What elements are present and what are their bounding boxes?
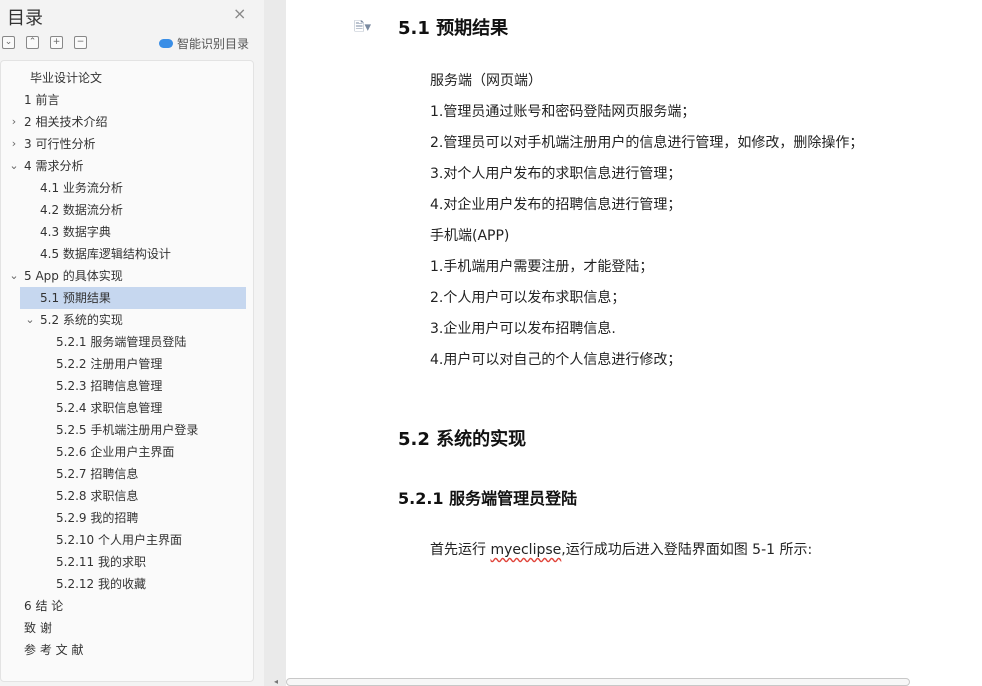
- body-line: 服务端（网页端）: [430, 73, 542, 89]
- toc-item[interactable]: 参 考 文 献: [0, 639, 254, 661]
- toc-item-label: 毕业设计论文: [30, 71, 103, 85]
- toc-item-label: 5.2 系统的实现: [40, 313, 123, 327]
- toc-item-label: 5.2.3 招聘信息管理: [56, 379, 163, 393]
- toc-item-label: 5.2.9 我的招聘: [56, 511, 139, 525]
- chevron-right-icon[interactable]: ›: [8, 111, 20, 133]
- toc-item[interactable]: 5.2.6 企业用户主界面: [0, 441, 254, 463]
- toc-item-label: 4.2 数据流分析: [40, 203, 123, 217]
- toc-item[interactable]: › 2 相关技术介绍: [0, 111, 254, 133]
- toc-item[interactable]: 5.2.9 我的招聘: [0, 507, 254, 529]
- toc-item-label: 3 可行性分析: [24, 137, 96, 151]
- toc-item[interactable]: 5.2.8 求职信息: [0, 485, 254, 507]
- smart-toc-label: 智能识别目录: [177, 37, 250, 51]
- intro-paragraph: 首先运行 myeclipse,运行成功后进入登陆界面如图 5-1 所示:: [430, 539, 812, 559]
- toc-item[interactable]: 4.1 业务流分析: [0, 177, 254, 199]
- toc-sidebar: 目录 × ⌄ ⌃ + − 智能识别目录 毕业设计论文 1 前言 › 2 相关技术介绍 ›…: [0, 0, 264, 686]
- document-area: 🗎▾ 5.1 预期结果 服务端（网页端） 1.管理员通过账号和密码登陆网页服务端；…: [264, 0, 982, 686]
- toc-item[interactable]: 5.2.1 服务端管理员登陆: [0, 331, 254, 353]
- toc-item[interactable]: › 3 可行性分析: [0, 133, 254, 155]
- expand-all-icon[interactable]: ⌃: [26, 36, 39, 49]
- toc-item[interactable]: 毕业设计论文: [0, 67, 254, 89]
- chevron-right-icon[interactable]: ›: [8, 133, 20, 155]
- intro-prefix: 首先运行: [430, 542, 491, 558]
- scroll-left-icon[interactable]: ◂: [274, 677, 278, 686]
- heading-5-2-1: 5.2.1 服务端管理员登陆: [398, 489, 578, 508]
- cloud-icon: [159, 39, 173, 48]
- toc-item-label: 参 考 文 献: [24, 643, 84, 657]
- toc-item-label: 5.2.4 求职信息管理: [56, 401, 163, 415]
- close-icon[interactable]: ×: [233, 6, 246, 22]
- toc-item[interactable]: 5.2.10 个人用户主界面: [0, 529, 254, 551]
- toc-item[interactable]: 5.2.2 注册用户管理: [0, 353, 254, 375]
- toc-item[interactable]: ⌄ 4 需求分析: [0, 155, 254, 177]
- horizontal-scrollbar[interactable]: [286, 678, 910, 686]
- document-menu-icon[interactable]: 🗎▾: [354, 18, 371, 40]
- collapse-all-icon[interactable]: ⌄: [2, 36, 15, 49]
- toc-item[interactable]: 5.2.3 招聘信息管理: [0, 375, 254, 397]
- toc-item[interactable]: 6 结 论: [0, 595, 254, 617]
- toc-item-label: 4.1 业务流分析: [40, 181, 123, 195]
- add-heading-icon[interactable]: +: [50, 36, 63, 49]
- toc-item-label: 5 App 的具体实现: [24, 269, 123, 283]
- body-line: 1.手机端用户需要注册，才能登陆；: [430, 259, 654, 275]
- body-line: 2.个人用户可以发布求职信息；: [430, 290, 626, 306]
- chevron-down-icon[interactable]: ⌄: [24, 309, 36, 331]
- toc-item-label: 5.2.7 招聘信息: [56, 467, 139, 481]
- toc-item[interactable]: ⌄ 5 App 的具体实现: [0, 265, 254, 287]
- toc-item[interactable]: 4.5 数据库逻辑结构设计: [0, 243, 254, 265]
- toc-item[interactable]: 4.2 数据流分析: [0, 199, 254, 221]
- body-line: 1.管理员通过账号和密码登陆网页服务端；: [430, 104, 696, 120]
- remove-heading-icon[interactable]: −: [74, 36, 87, 49]
- smart-toc-button[interactable]: 智能识别目录: [159, 35, 249, 52]
- toc-item[interactable]: 5.2.4 求职信息管理: [0, 397, 254, 419]
- toc-item[interactable]: 5.2.5 手机端注册用户登录: [0, 419, 254, 441]
- body-line: 4.对企业用户发布的招聘信息进行管理；: [430, 197, 682, 213]
- toc-item[interactable]: 5.2.7 招聘信息: [0, 463, 254, 485]
- chevron-down-icon[interactable]: ⌄: [8, 265, 20, 287]
- toc-item-label: 2 相关技术介绍: [24, 115, 108, 129]
- spellcheck-word[interactable]: myeclipse: [490, 542, 561, 558]
- toc-item-label: 4.5 数据库逻辑结构设计: [40, 247, 171, 261]
- body-line: 2.管理员可以对手机端注册用户的信息进行管理，如修改，删除操作；: [430, 135, 864, 151]
- toc-item-label: 5.1 预期结果: [40, 291, 111, 305]
- toc-item-label: 1 前言: [24, 93, 60, 107]
- chevron-down-icon[interactable]: ⌄: [8, 155, 20, 177]
- heading-5-2: 5.2 系统的实现: [398, 429, 527, 450]
- toc-item-label: 5.2.6 企业用户主界面: [56, 445, 175, 459]
- toc-list: 毕业设计论文 1 前言 › 2 相关技术介绍 › 3 可行性分析 ⌄ 4 需求分析 4.1 业务…: [0, 67, 254, 661]
- toc-item-label: 4 需求分析: [24, 159, 84, 173]
- toc-item-label: 5.2.11 我的求职: [56, 555, 146, 569]
- toc-item[interactable]: 5.2.12 我的收藏: [0, 573, 254, 595]
- toc-item[interactable]: 5.2.11 我的求职: [0, 551, 254, 573]
- toc-item-label: 致 谢: [24, 621, 52, 635]
- toc-item-label: 5.2.8 求职信息: [56, 489, 139, 503]
- toc-item-label: 5.2.1 服务端管理员登陆: [56, 335, 187, 349]
- body-line: 3.对个人用户发布的求职信息进行管理；: [430, 166, 682, 182]
- toc-item[interactable]: ⌄ 5.2 系统的实现: [0, 309, 254, 331]
- toc-item[interactable]: 4.3 数据字典: [0, 221, 254, 243]
- body-line: 手机端(APP): [430, 228, 510, 244]
- heading-5-1: 5.1 预期结果: [398, 18, 509, 39]
- body-line: 3.企业用户可以发布招聘信息.: [430, 321, 616, 337]
- toc-item[interactable]: 致 谢: [0, 617, 254, 639]
- toc-item-label: 4.3 数据字典: [40, 225, 111, 239]
- toc-item-label: 5.2.5 手机端注册用户登录: [56, 423, 199, 437]
- toc-item[interactable]: 5.1 预期结果: [20, 287, 246, 309]
- toc-item-label: 5.2.10 个人用户主界面: [56, 533, 182, 547]
- toc-item-label: 5.2.2 注册用户管理: [56, 357, 163, 371]
- document-page: 🗎▾ 5.1 预期结果 服务端（网页端） 1.管理员通过账号和密码登陆网页服务端；…: [286, 0, 982, 686]
- toc-item-label: 6 结 论: [24, 599, 64, 613]
- intro-suffix: ,运行成功后进入登陆界面如图 5-1 所示:: [561, 542, 813, 558]
- toc-title: 目录: [7, 8, 43, 29]
- toc-item[interactable]: 1 前言: [0, 89, 254, 111]
- body-line: 4.用户可以对自己的个人信息进行修改；: [430, 352, 682, 368]
- toc-item-label: 5.2.12 我的收藏: [56, 577, 146, 591]
